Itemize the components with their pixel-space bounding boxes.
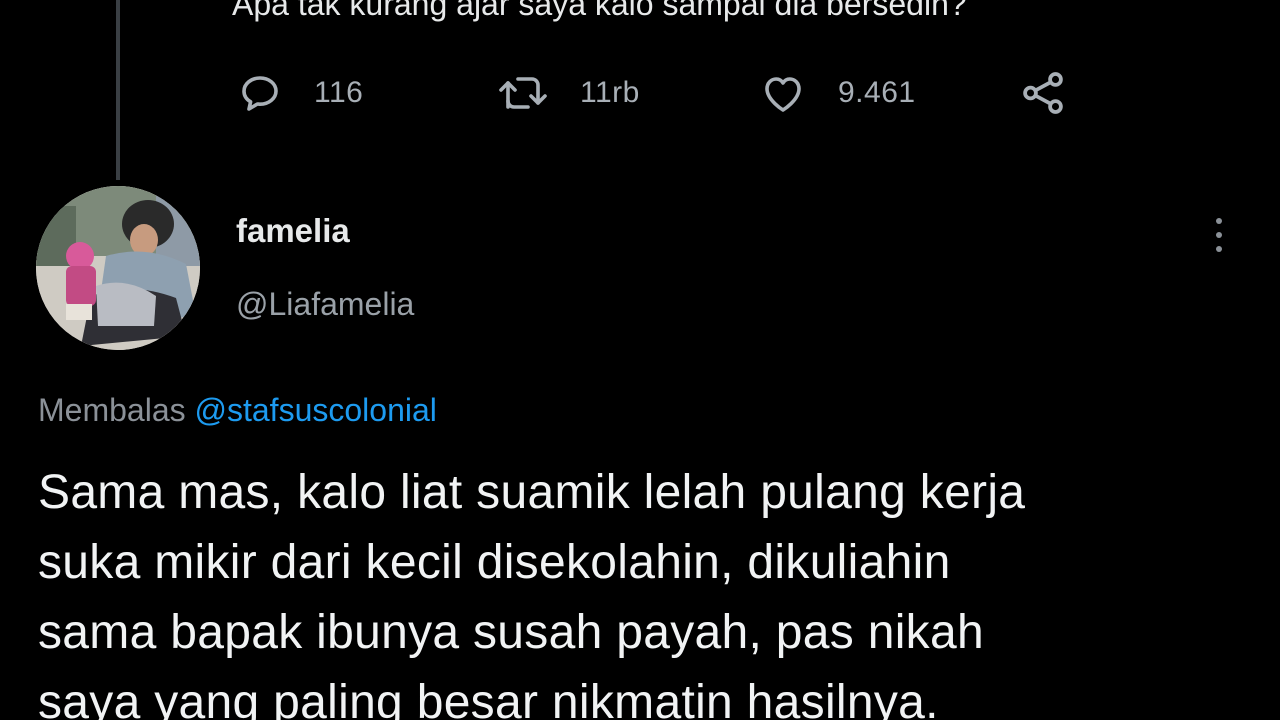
user-handle[interactable]: @Liafamelia: [236, 286, 414, 323]
share-button[interactable]: [1018, 68, 1068, 118]
tweet-body-line: suka mikir dari kecil disekolahin, dikul…: [38, 536, 951, 589]
tweet-body-line: Sama mas, kalo liat suamik lelah pulang …: [38, 466, 1026, 519]
retweet-icon: [496, 69, 550, 117]
more-vertical-icon: [1216, 218, 1222, 224]
tweet-body-line: sama bapak ibunya susah payah, pas nikah: [38, 606, 984, 659]
previous-tweet-text: Apa tak kurang ajar saya kalo sampai dia…: [232, 0, 967, 22]
display-name[interactable]: famelia: [236, 212, 350, 250]
more-vertical-icon: [1216, 232, 1222, 238]
heart-icon: [758, 69, 808, 117]
like-button[interactable]: 9.461: [758, 68, 916, 118]
replying-to-mention[interactable]: @stafsuscolonial: [195, 392, 437, 428]
tweet-body: Sama mas, kalo liat suamik lelah pulang …: [38, 458, 1258, 720]
reply-count: 116: [314, 76, 364, 109]
retweet-count: 11rb: [580, 76, 640, 109]
tweet-body-line: saya yang paling besar nikmatin hasilnya…: [38, 676, 939, 720]
share-icon: [1018, 68, 1068, 118]
retweet-button[interactable]: 11rb: [496, 68, 640, 118]
replying-to-line: Membalas @stafsuscolonial: [38, 392, 437, 429]
avatar-photo: [36, 186, 200, 350]
avatar[interactable]: [36, 186, 200, 350]
reply-button[interactable]: 116: [236, 68, 363, 118]
like-count: 9.461: [838, 76, 916, 109]
replying-label: Membalas: [38, 392, 186, 428]
reply-icon: [236, 69, 284, 117]
more-options-button[interactable]: [1206, 212, 1232, 262]
more-vertical-icon: [1216, 246, 1222, 252]
previous-tweet-actions: 116 11rb 9.461: [0, 68, 1280, 118]
